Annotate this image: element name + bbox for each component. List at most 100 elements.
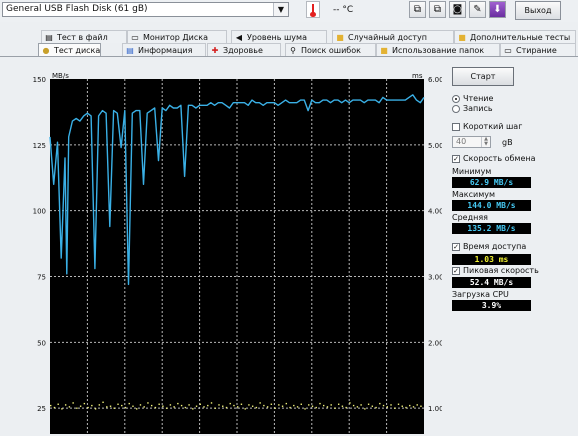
tab-info[interactable]: ▤ Информация	[122, 43, 206, 56]
access-time-point	[341, 405, 344, 407]
access-time-point	[251, 405, 254, 407]
access-time-point	[50, 404, 52, 407]
burst-rate-checkbox[interactable]: ✓	[452, 267, 460, 275]
copy-icon[interactable]: ⧉	[409, 1, 426, 18]
access-time-point	[79, 405, 82, 407]
access-time-point	[394, 407, 396, 409]
minimum-label: Минимум	[452, 167, 492, 176]
tab-label: Уровень шума	[247, 33, 307, 42]
left-tick-label: 75	[37, 274, 46, 282]
tab-aam[interactable]: ◀ Уровень шума	[231, 30, 327, 43]
bulb-icon: ●	[42, 46, 50, 55]
start-button[interactable]: Старт	[452, 67, 514, 86]
right-tick-label: 5.00	[428, 142, 442, 150]
tab-label: Случайный доступ	[348, 33, 427, 42]
minimum-value: 62.9 MB/s	[452, 177, 531, 188]
access-time-point	[330, 404, 332, 406]
exit-button[interactable]: Выход	[515, 1, 561, 20]
drive-select[interactable]: General USB Flash Disk (61 gB) ▼	[2, 2, 289, 17]
left-tick-label: 125	[33, 142, 46, 150]
access-time-point	[390, 404, 392, 406]
short-stroke-value: 40	[456, 137, 467, 146]
access-time-point	[173, 406, 175, 408]
tab-random-access[interactable]: ■ Случайный доступ	[332, 30, 454, 43]
access-time-point	[319, 402, 321, 405]
access-time-point	[356, 406, 359, 408]
download-icon[interactable]: ⬇	[489, 1, 506, 18]
access-time-point	[397, 403, 400, 405]
tab-benchmark[interactable]: ● Тест диска	[38, 43, 101, 56]
transfer-rate-checkbox[interactable]: ✓	[452, 155, 460, 163]
access-time-point	[244, 408, 246, 410]
access-time-point	[409, 404, 411, 407]
access-time-point	[248, 404, 250, 406]
access-time-point	[87, 406, 89, 409]
access-time-point	[154, 406, 157, 409]
maximum-value: 144.0 MB/s	[452, 200, 531, 211]
spinner-icon[interactable]: ▲ ▼	[481, 137, 490, 147]
camera-icon[interactable]: ◙	[449, 1, 466, 18]
left-tick-label: 100	[33, 208, 46, 216]
access-time-point	[304, 408, 306, 410]
tab-label: Тест в файл	[57, 33, 108, 42]
right-axis-unit: ms	[412, 72, 423, 80]
tab-error-scan[interactable]: ⚲ Поиск ошибок	[285, 43, 376, 56]
access-time-value: 1.03 ms	[452, 254, 531, 265]
access-time-point	[106, 406, 108, 408]
options-icon[interactable]: ✎	[469, 1, 486, 18]
tab-disk-monitor[interactable]: ▭ Монитор Диска	[127, 30, 227, 43]
access-time-point	[188, 404, 190, 406]
short-stroke-label: Короткий шаг	[463, 122, 523, 131]
right-tick-label: 6.00	[428, 76, 442, 84]
access-time-point	[94, 408, 97, 410]
tab-file-benchmark[interactable]: ▤ Тест в файл	[41, 30, 127, 43]
control-panel: Старт Чтение Запись Короткий шаг 40 ▲ ▼ g…	[446, 57, 578, 434]
access-time-point	[68, 406, 71, 408]
access-time-point	[143, 406, 145, 408]
write-radio[interactable]	[452, 105, 460, 113]
access-time-point	[203, 406, 205, 408]
read-label: Чтение	[463, 94, 494, 103]
access-time-point	[180, 404, 183, 407]
access-time-point	[57, 403, 59, 405]
tab-label: Здоровье	[223, 46, 263, 55]
access-time-point	[405, 406, 407, 409]
tab-erase[interactable]: ▭ Стирание	[500, 43, 576, 56]
access-time-point	[281, 405, 284, 407]
access-time-point	[266, 406, 269, 408]
access-time-point	[147, 402, 149, 404]
access-time-point	[233, 404, 235, 407]
copy-text-icon[interactable]: ⧉	[429, 1, 446, 18]
access-time-point	[386, 406, 388, 408]
access-time-point	[337, 403, 340, 405]
access-time-point	[162, 405, 164, 407]
access-time-checkbox[interactable]: ✓	[452, 243, 460, 251]
read-radio[interactable]	[452, 95, 460, 103]
tab-health[interactable]: ✚ Здоровье	[207, 43, 281, 56]
access-time-point	[420, 405, 422, 407]
average-value: 135.2 MB/s	[452, 223, 531, 234]
short-stroke-input[interactable]: 40 ▲ ▼	[452, 136, 491, 148]
tab-label: Тест диска	[54, 46, 101, 55]
access-time-point	[259, 402, 261, 404]
short-stroke-checkbox[interactable]	[452, 123, 460, 131]
access-time-point	[192, 408, 194, 410]
access-time-point	[150, 404, 153, 407]
thermometer-icon	[306, 1, 320, 18]
access-time-point	[53, 406, 56, 409]
tab-extra-tests[interactable]: ■ Дополнительные тесты	[454, 30, 576, 43]
access-time-point	[199, 403, 201, 405]
access-time-point	[210, 402, 213, 404]
access-time-point	[113, 407, 115, 409]
access-time-point	[278, 404, 280, 406]
access-time-point	[382, 404, 385, 407]
maximum-label: Максимум	[452, 190, 496, 199]
access-time-point	[285, 402, 288, 405]
access-time-point	[218, 404, 220, 406]
tab-label: Монитор Диска	[143, 33, 208, 42]
left-tick-label: 50	[37, 339, 46, 347]
access-time-point	[214, 407, 216, 409]
cpu-label: Загрузка CPU	[452, 290, 509, 299]
chevron-down-icon[interactable]: ▼	[273, 3, 288, 16]
tab-folder-usage[interactable]: ■ Использование папок	[376, 43, 500, 56]
